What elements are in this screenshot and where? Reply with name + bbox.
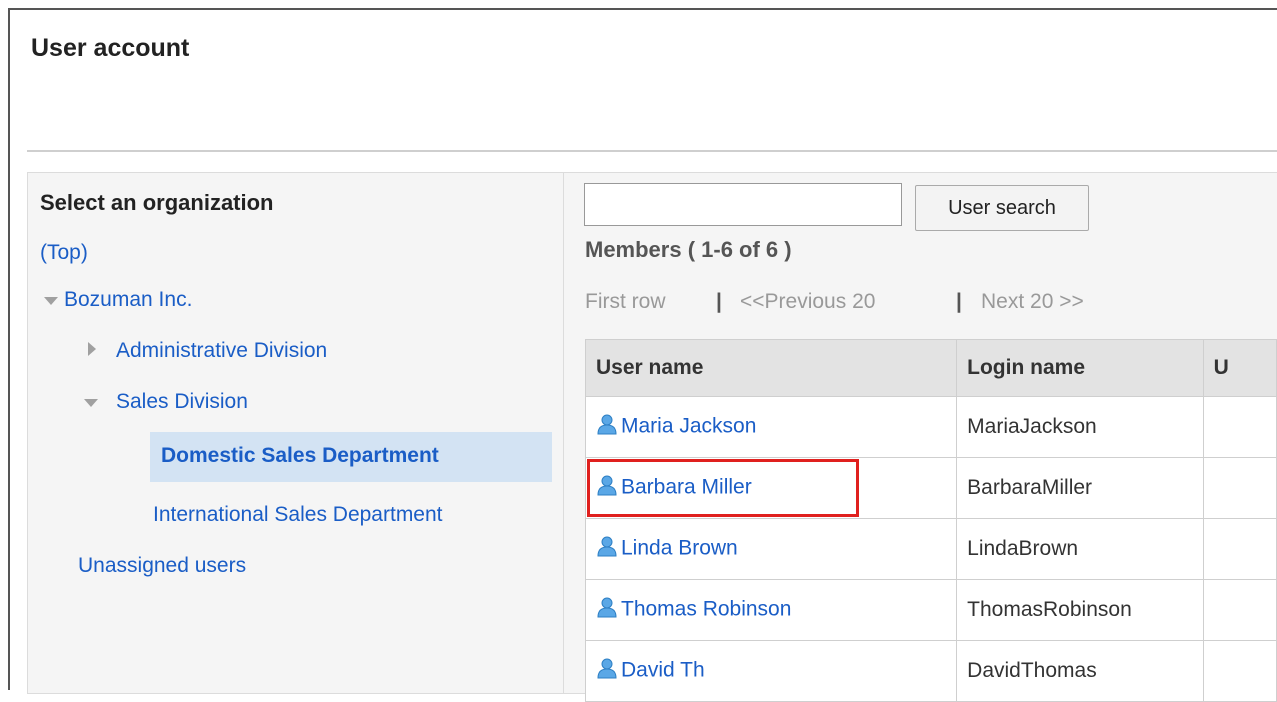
divider (27, 150, 1277, 152)
org-item-sales-division[interactable]: Sales Division (116, 390, 248, 414)
table-header-row: User name Login name U (584, 339, 1277, 397)
column-header-truncated: U (1202, 339, 1277, 397)
extra-cell (1202, 579, 1277, 641)
extra-cell (1202, 457, 1277, 519)
person-icon (596, 413, 618, 441)
pager-separator: | (956, 290, 962, 313)
user-link[interactable]: David Th (621, 659, 705, 682)
org-item-administrative-division[interactable]: Administrative Division (116, 339, 327, 363)
org-item-domestic-sales-department[interactable]: Domestic Sales Department (161, 444, 439, 468)
organization-heading: Select an organization (40, 190, 274, 215)
pager-separator: | (716, 290, 722, 313)
user-link[interactable]: Maria Jackson (621, 415, 756, 438)
login-name-cell: MariaJackson (956, 396, 1204, 458)
triangle-right-icon[interactable] (88, 342, 96, 356)
user-name-cell: Thomas Robinson (584, 579, 958, 641)
user-link[interactable]: Thomas Robinson (621, 598, 791, 621)
search-input[interactable] (584, 183, 902, 226)
org-item-bozuman-inc[interactable]: Bozuman Inc. (64, 288, 192, 312)
table-row: Thomas Robinson ThomasRobinson (584, 579, 1277, 641)
page-title: User account (31, 34, 190, 62)
column-header-login-name[interactable]: Login name (956, 339, 1204, 397)
pager-next: Next 20 >> (981, 290, 1084, 313)
user-search-button[interactable]: User search (915, 185, 1089, 231)
user-name-cell: Linda Brown (584, 518, 958, 580)
login-name-cell: ThomasRobinson (956, 579, 1204, 641)
members-table: User name Login name U Maria Jackson Mar… (584, 339, 1277, 702)
login-name-cell: DavidThomas (956, 640, 1204, 702)
highlight-annotation (587, 459, 859, 517)
user-name-cell: Maria Jackson (584, 396, 958, 458)
extra-cell (1202, 640, 1277, 702)
table-row: Maria Jackson MariaJackson (584, 396, 1277, 458)
login-name-cell: BarbaraMiller (956, 457, 1204, 519)
pager-first-row: First row (585, 290, 666, 313)
user-name-cell: David Th (584, 640, 958, 702)
org-item-top[interactable]: (Top) (40, 241, 88, 265)
extra-cell (1202, 396, 1277, 458)
person-icon (596, 657, 618, 685)
org-item-international-sales-department[interactable]: International Sales Department (153, 503, 443, 527)
user-link[interactable]: Linda Brown (621, 537, 738, 560)
extra-cell (1202, 518, 1277, 580)
column-header-user-name[interactable]: User name (584, 339, 958, 397)
person-icon (596, 596, 618, 624)
login-name-cell: LindaBrown (956, 518, 1204, 580)
members-title: Members ( 1-6 of 6 ) (585, 237, 792, 262)
triangle-down-icon[interactable] (44, 297, 58, 305)
table-row: David Th DavidThomas (584, 640, 1277, 702)
org-item-unassigned-users[interactable]: Unassigned users (78, 554, 246, 578)
table-row: Linda Brown LindaBrown (584, 518, 1277, 580)
triangle-down-icon[interactable] (84, 399, 98, 407)
pager-previous: <<Previous 20 (740, 290, 876, 313)
person-icon (596, 535, 618, 563)
